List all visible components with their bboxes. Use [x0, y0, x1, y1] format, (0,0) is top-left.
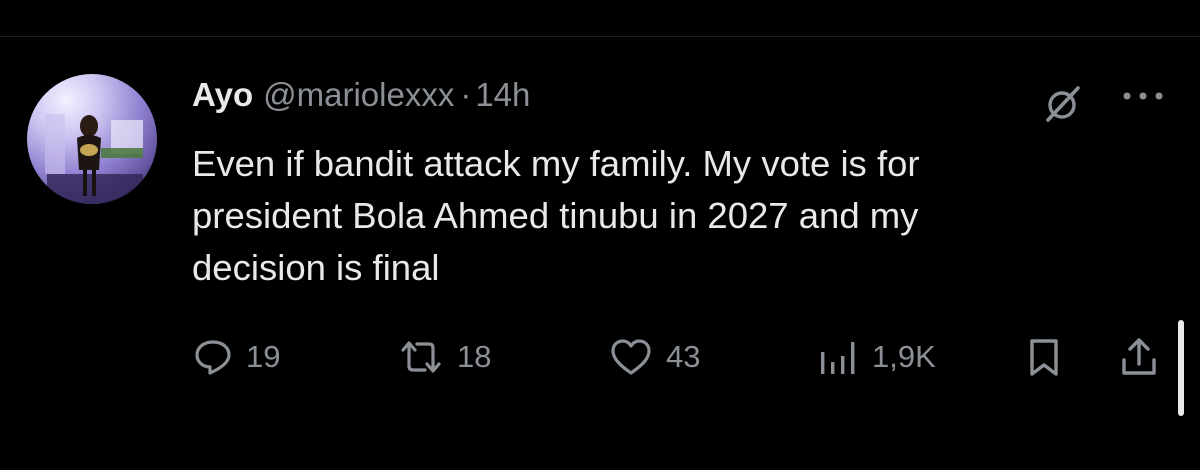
more-icon[interactable] — [1118, 84, 1168, 108]
action-bar: 19 18 43 1,9K — [0, 332, 1200, 382]
like-button[interactable]: 43 — [608, 332, 700, 382]
repost-icon — [401, 341, 441, 373]
like-count: 43 — [666, 339, 701, 374]
avatar-photo — [45, 114, 143, 204]
author-name[interactable]: Ayo — [192, 76, 253, 114]
timestamp[interactable]: 14h — [475, 76, 530, 114]
views-icon — [821, 342, 855, 374]
top-divider — [0, 36, 1200, 37]
tweet-text: Even if bandit attack my family. My vote… — [192, 143, 920, 288]
share-button[interactable] — [1118, 332, 1160, 382]
bookmark-button[interactable] — [1026, 332, 1062, 382]
reply-icon — [195, 340, 231, 375]
bookmark-icon — [1030, 339, 1058, 376]
reply-count: 19 — [246, 339, 281, 374]
reply-button[interactable]: 19 — [192, 332, 280, 382]
scrollbar[interactable] — [1178, 320, 1184, 416]
repost-count: 18 — [457, 339, 492, 374]
share-icon — [1122, 338, 1156, 375]
heart-icon — [611, 339, 651, 375]
author-handle[interactable]: @mariolexxx — [263, 76, 454, 114]
view-count: 1,9K — [872, 339, 936, 374]
avatar[interactable] — [27, 74, 157, 204]
views-button[interactable]: 1,9K — [816, 332, 936, 382]
tweet-header: Ayo @mariolexxx · 14h — [192, 76, 530, 120]
grok-icon[interactable] — [1040, 82, 1084, 126]
repost-button[interactable]: 18 — [397, 332, 491, 382]
separator-dot: · — [460, 76, 472, 113]
